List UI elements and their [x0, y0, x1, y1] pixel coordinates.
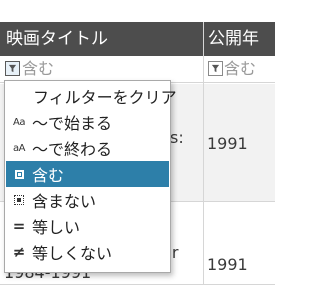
column-header-year[interactable]: 公開年 — [208, 22, 259, 56]
menu-item-label: 含まない — [32, 192, 97, 211]
filter-funnel-icon — [211, 64, 220, 73]
year-filter-input[interactable]: 含む — [224, 58, 272, 80]
menu-item-contains[interactable]: 含む — [6, 161, 169, 187]
not-equals-icon: ≠ — [12, 243, 26, 261]
equals-icon: = — [12, 217, 26, 235]
column-separator — [203, 22, 204, 285]
cell-title-fragment: s: — [170, 128, 184, 147]
menu-item-ends-with[interactable]: aA 〜で終わる — [6, 135, 169, 161]
menu-item-not-equals[interactable]: ≠ 等しくない — [6, 239, 169, 265]
title-filter-input[interactable]: 含む — [22, 58, 197, 80]
cell-year: 1991 — [207, 134, 248, 153]
top-strip — [0, 0, 275, 22]
starts-with-icon: Aa — [13, 116, 25, 128]
column-header-title[interactable]: 映画タイトル — [6, 22, 108, 56]
menu-item-label: 等しくない — [32, 244, 113, 263]
menu-item-label: 含む — [32, 166, 65, 185]
menu-item-starts-with[interactable]: Aa 〜で始まる — [6, 109, 169, 135]
menu-item-label: 〜で始まる — [32, 114, 113, 133]
menu-item-clear-filter[interactable]: フィルターをクリア — [6, 83, 177, 109]
year-filter-operator-button[interactable] — [208, 61, 223, 76]
menu-item-label: 〜で終わる — [32, 140, 113, 159]
filter-funnel-icon — [8, 64, 17, 73]
contains-icon — [8, 169, 30, 179]
menu-item-label: 等しい — [32, 218, 81, 237]
filter-operator-menu: フィルターをクリア Aa 〜で始まる aA 〜で終わる 含む 含まない = 等し… — [4, 80, 177, 273]
title-filter-operator-button[interactable] — [5, 61, 20, 76]
ends-with-icon: aA — [13, 142, 25, 154]
not-contains-icon — [8, 195, 30, 205]
menu-item-equals[interactable]: = 等しい — [6, 213, 169, 239]
menu-item-label: フィルターをクリア — [33, 88, 177, 107]
menu-item-does-not-contain[interactable]: 含まない — [6, 187, 169, 213]
cell-year: 1991 — [207, 255, 248, 274]
